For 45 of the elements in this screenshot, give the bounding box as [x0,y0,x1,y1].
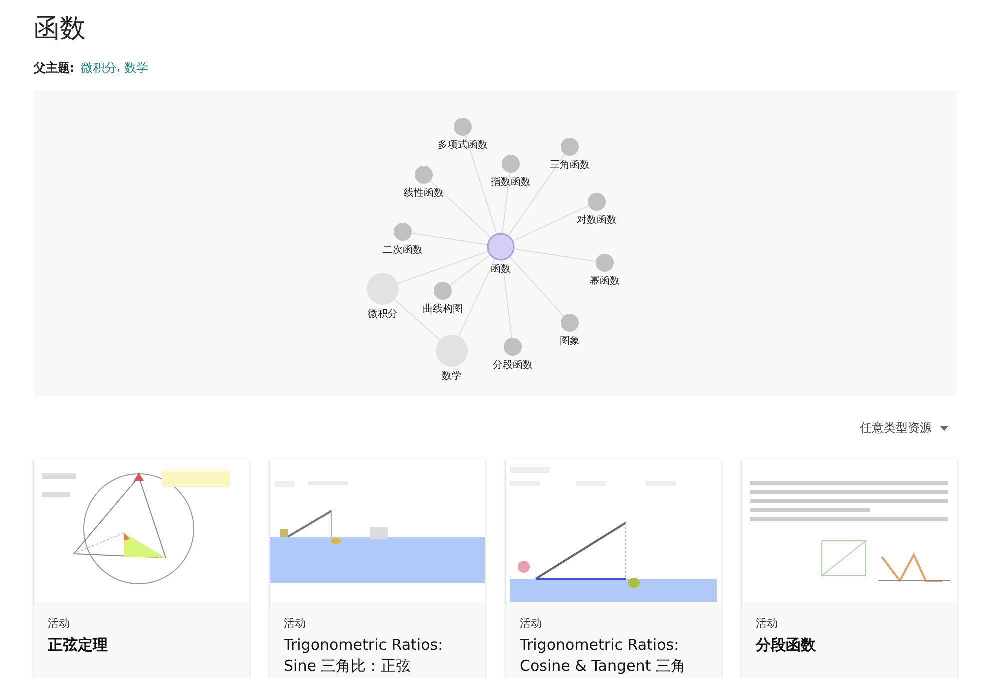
topic-node[interactable] [436,335,468,367]
activity-card[interactable]: 活动 正弦定理 [34,459,249,678]
card-type: 活动 [756,616,779,631]
node-label[interactable]: 分段函数 [493,360,533,371]
card-title: 分段函数 [756,635,817,656]
topic-node[interactable] [394,223,412,241]
node-label[interactable]: 对数函数 [577,215,617,226]
node-label[interactable]: 二次函数 [383,245,423,256]
topic-node[interactable] [434,282,452,300]
activity-card[interactable]: 活动 Trigonometric Ratios: Sine 三角比：正弦 [270,459,485,678]
topic-node[interactable] [561,314,579,332]
topic-node[interactable] [561,138,579,156]
topic-node[interactable] [367,273,399,305]
topic-node[interactable] [487,233,515,261]
card-title: 正弦定理 [48,635,109,656]
node-label[interactable]: 指数函数 [491,177,531,188]
card-title: Trigonometric Ratios: Sine 三角比：正弦 [284,635,444,677]
activity-card[interactable]: 活动 分段函数 [742,459,957,678]
topic-node[interactable] [415,166,433,184]
parent-topics-label: 父主题: [34,60,75,77]
node-label[interactable]: 幂函数 [590,276,620,287]
topic-node[interactable] [588,193,606,211]
topic-node[interactable] [454,118,472,136]
topic-link[interactable]: 微积分 [80,60,117,77]
card-type: 活动 [48,616,71,631]
card-type: 活动 [520,616,543,631]
card-title: Trigonometric Ratios: Cosine & Tangent 三角 [520,635,687,677]
topic-node[interactable] [596,254,614,272]
node-label[interactable]: 曲线构图 [423,304,463,315]
node-label[interactable]: 多项式函数 [438,140,488,151]
node-label[interactable]: 函数 [491,264,511,275]
node-label[interactable]: 图象 [560,336,580,347]
caret-icon [940,426,949,430]
page-title: 函数 [34,13,87,46]
card-type: 活动 [284,616,307,631]
node-label[interactable]: 微积分 [368,309,398,320]
resource-type-dropdown[interactable]: 任意类型资源 [860,414,949,442]
node-label[interactable]: 数学 [442,371,462,382]
node-label[interactable]: 三角函数 [550,160,590,171]
topic-link[interactable]: 数学 [124,60,149,77]
node-label[interactable]: 线性函数 [404,188,444,199]
separator: , [116,60,121,76]
activity-card[interactable]: 活动 Trigonometric Ratios: Cosine & Tangent 三角 [506,459,721,678]
topic-node[interactable] [502,155,520,173]
topic-node[interactable] [504,338,522,356]
